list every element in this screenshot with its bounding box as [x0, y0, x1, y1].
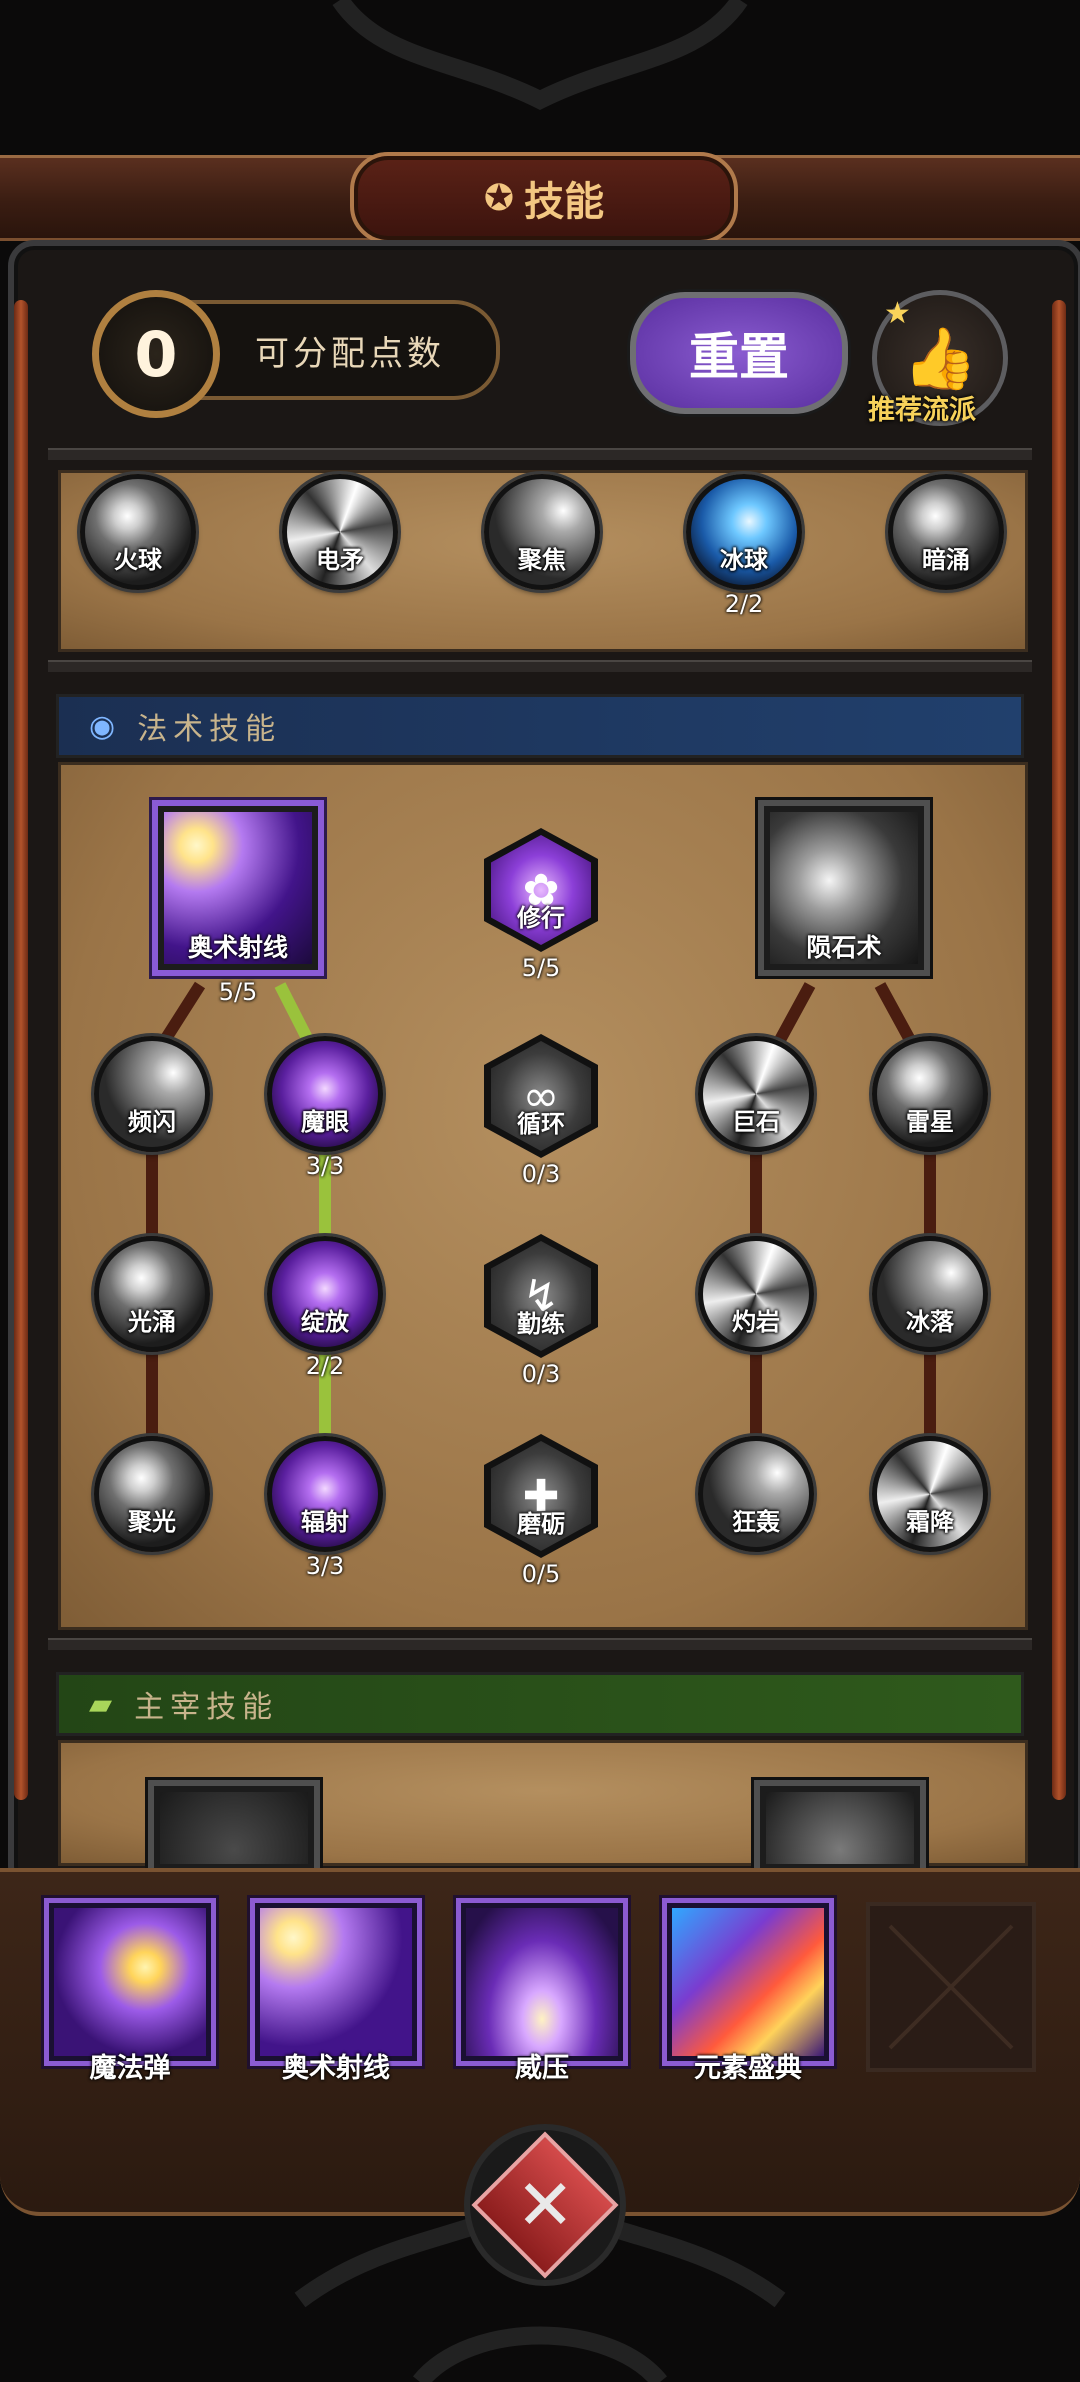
skill-label: 绽放: [301, 1308, 349, 1336]
skill-node-diligence[interactable]: ↯ 勤练 0/3: [484, 1234, 598, 1388]
master-section-header: ▰ 主宰技能: [56, 1672, 1024, 1736]
skill-node-bombard[interactable]: 狂轰: [698, 1436, 814, 1552]
skill-label: 巨石: [732, 1108, 780, 1136]
skill-count: 3/3: [305, 1152, 345, 1180]
skill-node-bloom[interactable]: 绽放 2/2: [267, 1236, 383, 1380]
skill-node-flash[interactable]: 频闪: [94, 1036, 210, 1152]
skill-node-hone[interactable]: ✚ 磨砺 0/5: [484, 1434, 598, 1588]
skill-label: 勤练: [517, 1310, 565, 1338]
divider: [48, 1638, 1032, 1650]
master-section-title: 主宰技能: [134, 1690, 279, 1725]
close-icon: ✕: [515, 2164, 575, 2246]
skill-label: 聚光: [128, 1508, 176, 1536]
skill-label: 陨石术: [806, 933, 882, 962]
skill-label: 雷星: [906, 1108, 954, 1136]
skill-label: 灼岩: [732, 1308, 780, 1336]
skill-label: 狂轰: [732, 1508, 780, 1536]
skill-label: 魔眼: [301, 1108, 349, 1136]
skill-node-scorch-rock[interactable]: 灼岩: [698, 1236, 814, 1352]
skill-label: 冰落: [906, 1308, 954, 1336]
skill-node-frost-descent[interactable]: 霜降: [872, 1436, 988, 1552]
skill-node-thunder-star[interactable]: 雷星: [872, 1036, 988, 1152]
skill-node-spotlight[interactable]: 聚光: [94, 1436, 210, 1552]
equipped-slot-intimidate[interactable]: [456, 1898, 628, 2066]
skill-count: 5/5: [218, 978, 258, 1006]
skill-node-radiation[interactable]: 辐射 3/3: [267, 1436, 383, 1580]
skill-node-master-right[interactable]: [754, 1780, 926, 1870]
equipped-label: 元素盛典: [694, 2053, 802, 2084]
skill-count: 5/5: [521, 954, 561, 982]
skill-label: 光涌: [128, 1308, 176, 1336]
skill-count: 0/5: [521, 1560, 561, 1588]
skill-count: 3/3: [305, 1552, 345, 1580]
equipped-slot-arcane-beam[interactable]: [250, 1898, 422, 2066]
equipped-label: 奥术射线: [282, 2053, 390, 2084]
skill-label: 辐射: [301, 1508, 349, 1536]
skill-count: 0/3: [521, 1160, 561, 1188]
master-section-icon: ▰: [89, 1686, 119, 1722]
close-button[interactable]: ✕: [464, 2124, 626, 2286]
equipped-slot-magic-missile[interactable]: [44, 1898, 216, 2066]
skill-count: 2/2: [305, 1352, 345, 1380]
skill-node-master-left[interactable]: [148, 1780, 320, 1870]
skill-label: 奥术射线: [187, 933, 288, 962]
equipped-label: 魔法弹: [89, 2053, 171, 2084]
equipped-slot-elemental-feast[interactable]: [662, 1898, 834, 2066]
skill-label: 频闪: [128, 1108, 176, 1136]
skill-label: 磨砺: [517, 1510, 565, 1538]
skill-node-cultivation[interactable]: ✿ 修行 5/5: [484, 828, 598, 982]
equipped-label: 威压: [515, 2053, 569, 2084]
empty-slot-x-icon: [888, 1924, 1014, 2050]
skill-node-magic-eye[interactable]: 魔眼 3/3: [267, 1036, 383, 1180]
skill-node-meteor[interactable]: 陨石术: [758, 800, 930, 976]
equipped-slot-empty[interactable]: [866, 1902, 1036, 2072]
skill-label: 修行: [517, 904, 565, 932]
skill-label: 霜降: [906, 1508, 954, 1536]
skill-count: 0/3: [521, 1360, 561, 1388]
skill-label: 循环: [517, 1110, 565, 1138]
skill-node-arcane-beam[interactable]: 奥术射线: [152, 800, 324, 976]
skill-node-boulder[interactable]: 巨石: [698, 1036, 814, 1152]
skill-node-light-surge[interactable]: 光涌: [94, 1236, 210, 1352]
skill-node-cycle[interactable]: ∞ 循环 0/3: [484, 1034, 598, 1188]
skill-node-ice-fall[interactable]: 冰落: [872, 1236, 988, 1352]
